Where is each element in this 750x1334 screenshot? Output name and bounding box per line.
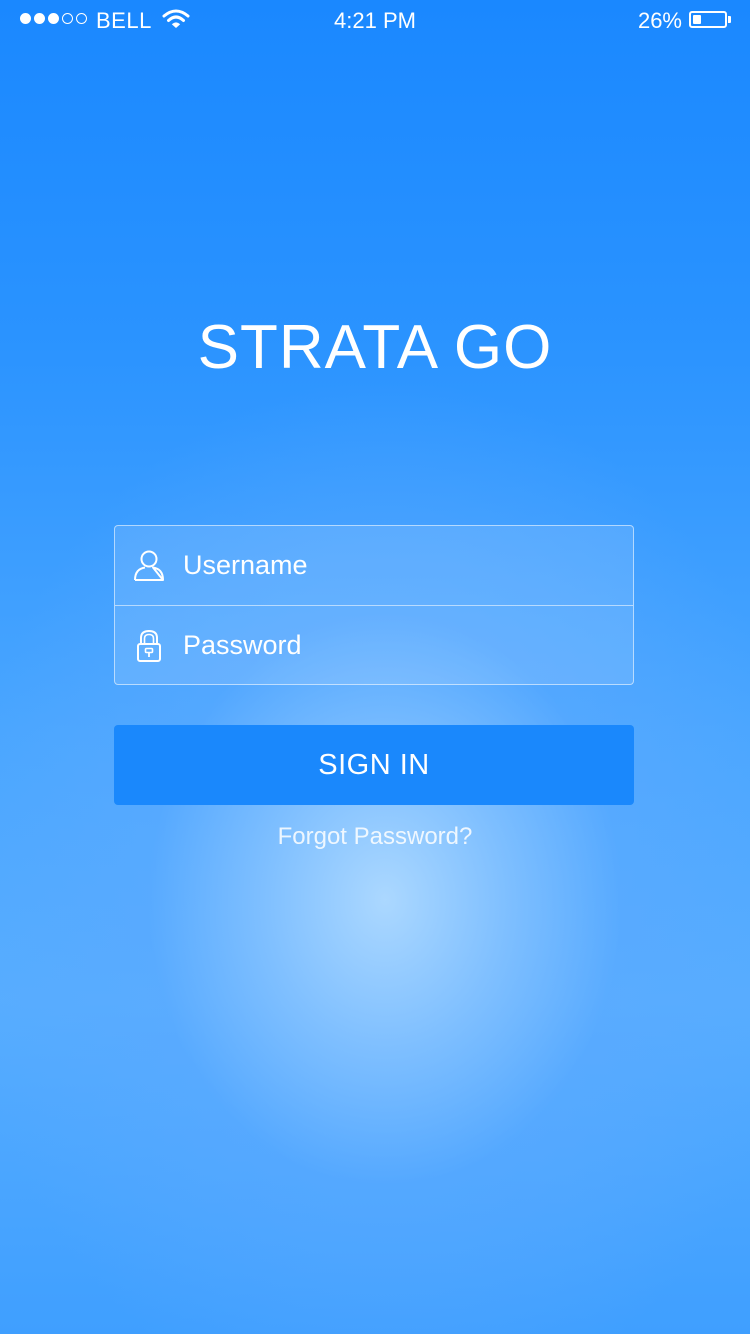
user-icon [134,550,164,581]
login-form [114,525,634,685]
forgot-password-link[interactable]: Forgot Password? [0,823,750,851]
battery-icon [689,11,727,28]
password-input[interactable] [183,606,617,685]
battery-tip [728,16,731,23]
battery-level-fill [693,15,701,24]
username-field [115,526,633,605]
lock-icon [137,629,161,662]
username-input[interactable] [183,526,617,605]
status-bar: BELL 4:21 PM 26% [0,0,750,40]
sign-in-button[interactable]: SIGN IN [114,725,634,805]
app-title: STRATA GO [197,313,553,382]
password-field [115,605,633,685]
battery-percentage: 26% [637,8,682,33]
login-screen: BELL 4:21 PM 26% STRATA GO Username SIGN… [0,0,750,1334]
